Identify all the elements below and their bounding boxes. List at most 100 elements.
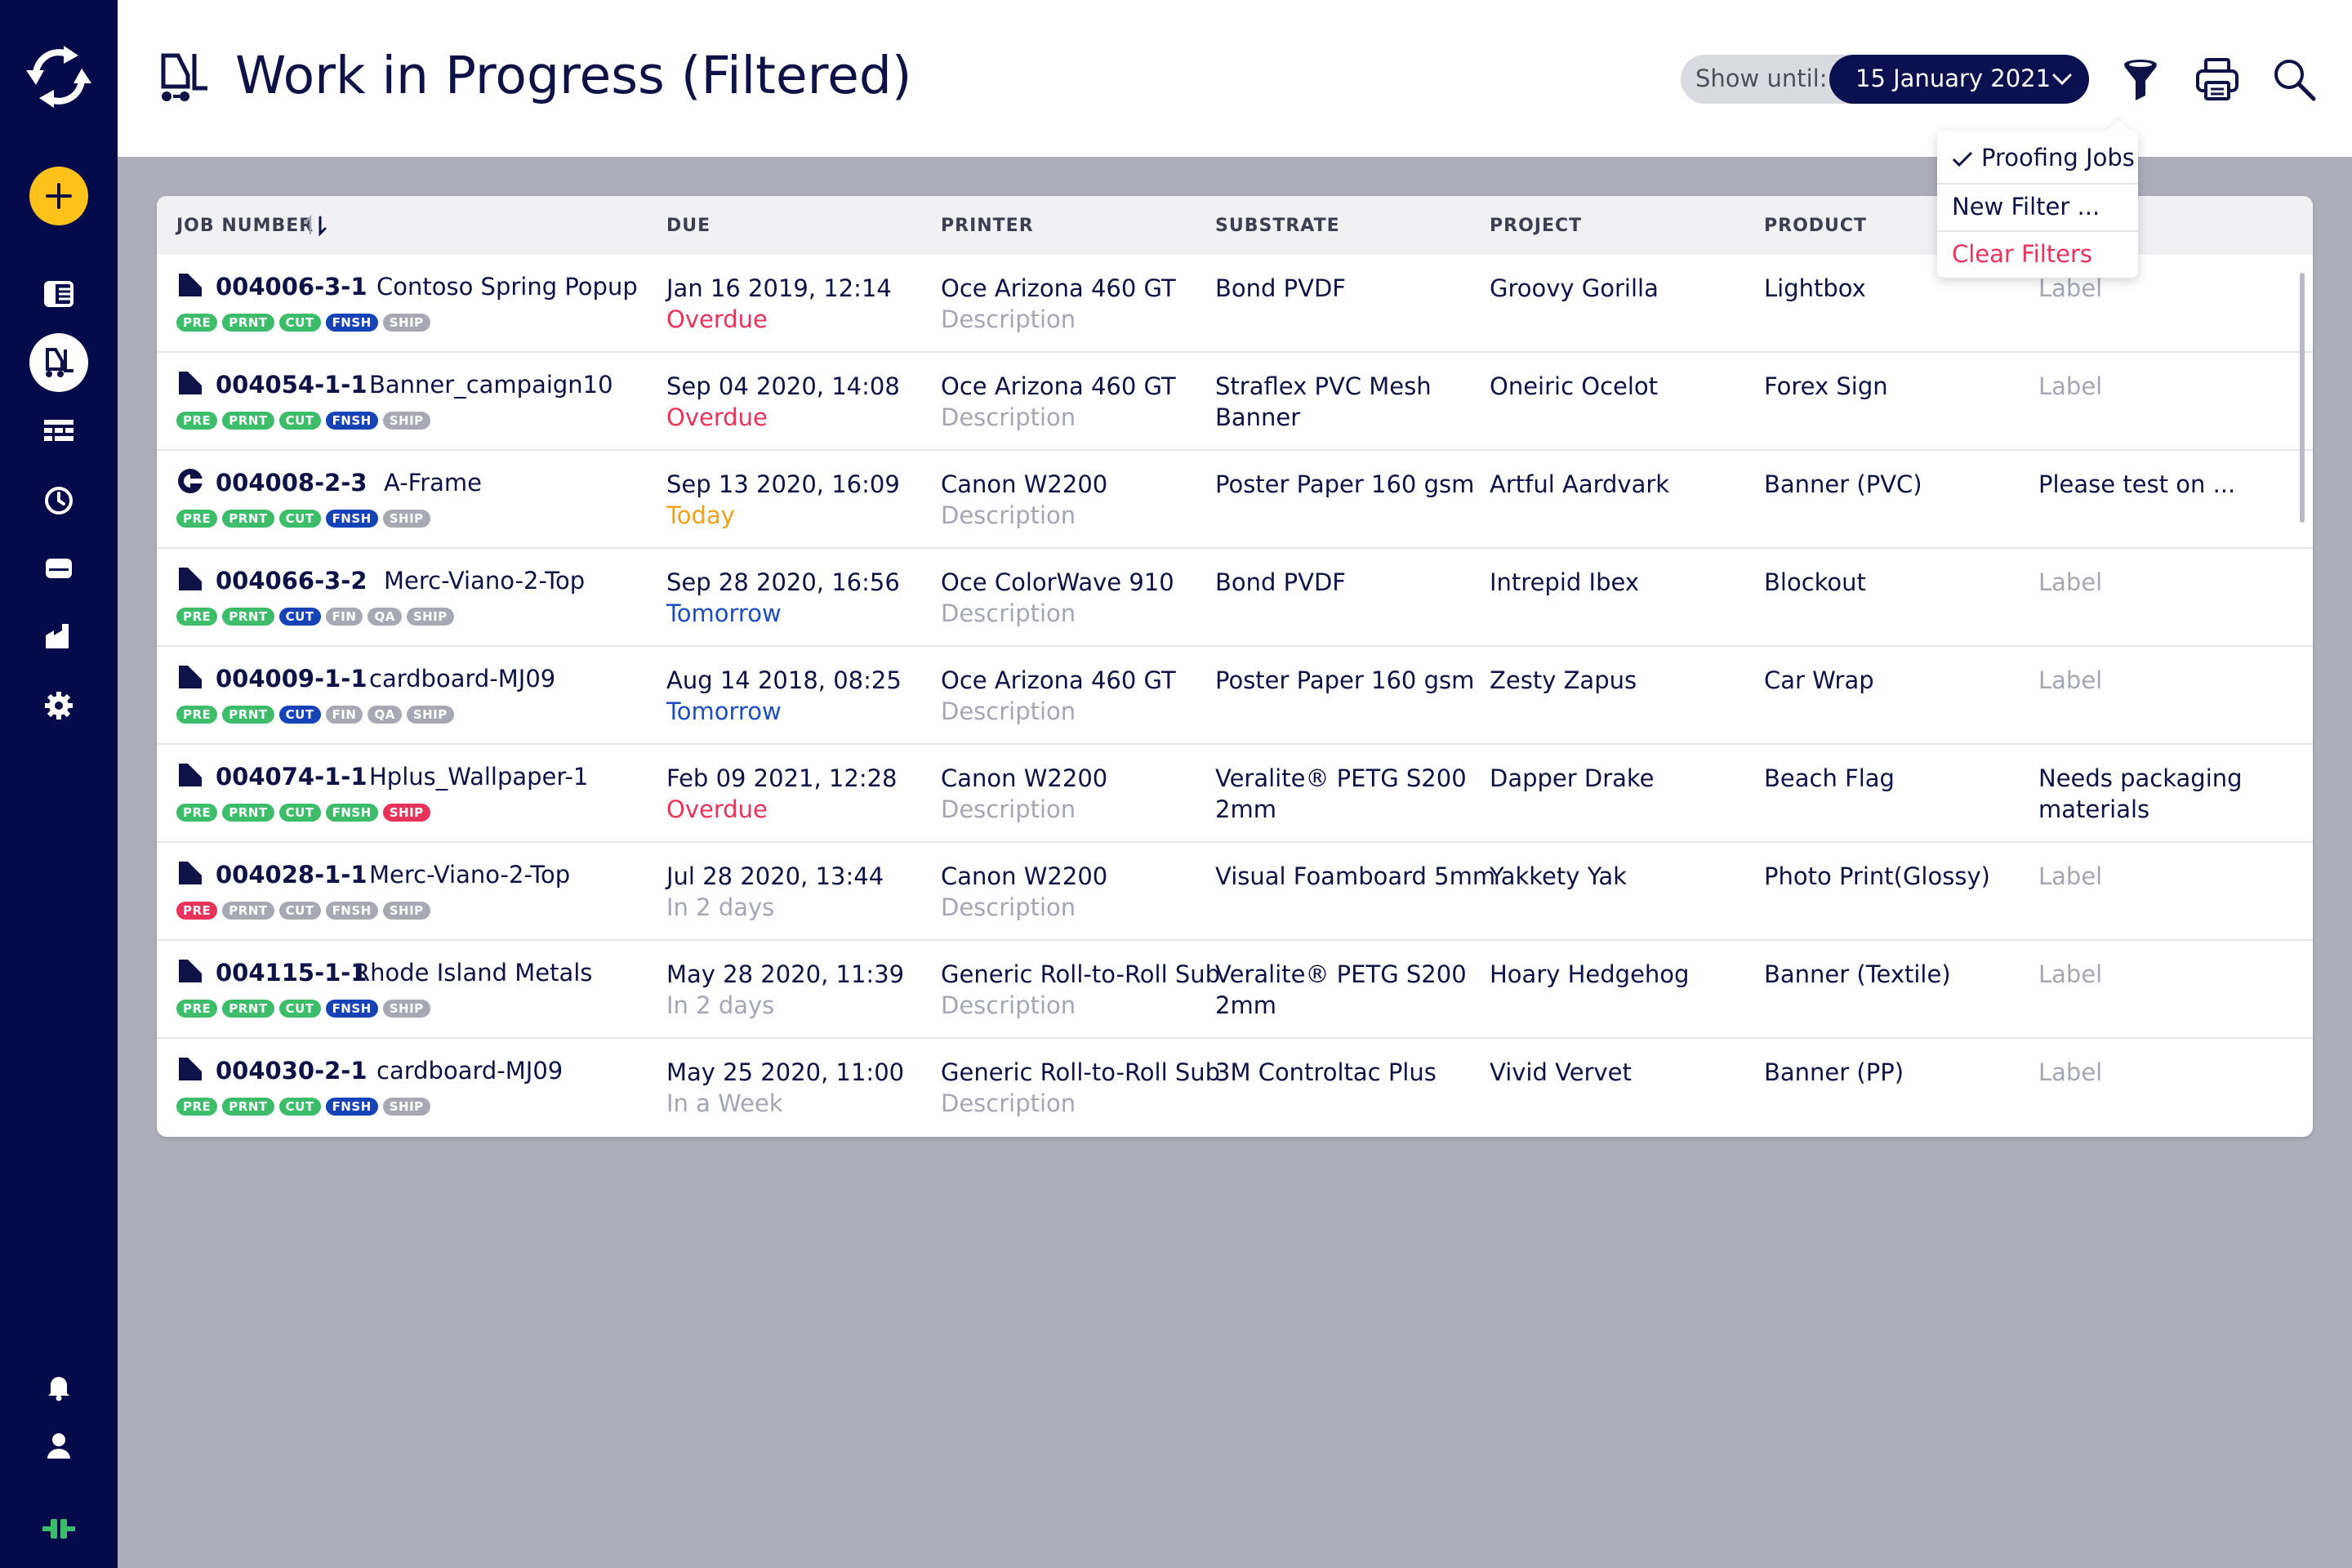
stage-tag: QA: [368, 608, 402, 626]
forklift-icon: [155, 51, 211, 106]
stage-tag: PRE: [176, 608, 218, 626]
stage-tag: CUT: [278, 608, 321, 626]
work-in-progress-icon[interactable]: [29, 333, 88, 392]
table-row[interactable]: 004030-2-1 cardboard-MJ09 PRE PRNT CUT FNSH SH…: [157, 1039, 2313, 1137]
job-number[interactable]: 004009-1-1: [216, 665, 368, 693]
label-cell[interactable]: Label: [2038, 665, 2267, 696]
due-status: Tomorrow: [666, 697, 782, 725]
job-number[interactable]: 004115-1-1: [216, 959, 368, 987]
substrate-line: Banner: [1215, 403, 1301, 431]
printer-description: Description: [941, 599, 1076, 627]
stage-tag: PRE: [176, 902, 218, 920]
substrate-cell: Poster Paper 160 gsm: [1215, 665, 1474, 696]
substrate-line: Straflex PVC Mesh: [1215, 372, 1432, 400]
label-cell[interactable]: Label: [2038, 959, 2267, 990]
product-cell: Banner (PVC): [1764, 470, 1922, 498]
stage-tag: FNSH: [325, 314, 378, 332]
connector-icon[interactable]: [36, 1506, 82, 1552]
label-cell[interactable]: Label: [2038, 567, 2267, 598]
label-cell[interactable]: Label: [2038, 1057, 2267, 1088]
job-name: Rhode Island Metals: [354, 959, 593, 987]
clock-icon[interactable]: [36, 477, 82, 523]
sort-icon[interactable]: [302, 211, 332, 240]
search-icon: [2274, 60, 2316, 101]
document-icon: [176, 957, 204, 985]
date-select[interactable]: 15 January 2021: [1829, 55, 2089, 104]
job-name: Merc-Viano-2-Top: [369, 861, 571, 889]
chevron-down-icon: [2052, 74, 2072, 86]
filter-icon: [2124, 60, 2157, 100]
due-date: Aug 14 2018, 08:25: [666, 666, 902, 694]
table-row[interactable]: 004115-1-1 Rhode Island Metals PRE PRNT CUT F…: [157, 941, 2313, 1039]
column-header-project[interactable]: PROJECT: [1490, 216, 1582, 236]
due-status: In 2 days: [666, 991, 775, 1019]
search-button[interactable]: [2265, 51, 2323, 108]
job-name: cardboard-MJ09: [376, 1057, 564, 1085]
label-cell[interactable]: Label: [2038, 371, 2267, 402]
job-name: A-Frame: [384, 469, 483, 497]
stage-tag: SHIP: [382, 902, 430, 920]
job-name: Hplus_Wallpaper-1: [369, 763, 589, 791]
add-button[interactable]: [29, 167, 88, 225]
job-number[interactable]: 004030-2-1: [216, 1057, 368, 1085]
table-row[interactable]: 004066-3-2 Merc-Viano-2-Top PRE PRNT CUT FIN Q…: [157, 549, 2313, 647]
table-row[interactable]: 004008-2-3 A-Frame PRE PRNT CUT FNSH SHIP Sep 1…: [157, 451, 2313, 549]
substrate-cell: Poster Paper 160 gsm: [1215, 469, 1474, 500]
board-icon[interactable]: [36, 408, 82, 454]
substrate-line: 2mm: [1215, 795, 1276, 823]
printer-cell: Generic Roll-to-Roll Sub Description: [941, 1057, 1220, 1119]
column-header-due[interactable]: DUE: [666, 216, 710, 236]
project-cell: Intrepid Ibex: [1490, 568, 1639, 596]
table-row[interactable]: 004074-1-1 Hplus_Wallpaper-1 PRE PRNT CUT FNS…: [157, 745, 2313, 843]
stage-tag: CUT: [278, 1098, 321, 1116]
job-number[interactable]: 004006-3-1: [216, 273, 368, 301]
scrollbar[interactable]: [2300, 273, 2305, 523]
factory-icon[interactable]: [36, 614, 82, 660]
job-number[interactable]: 004008-2-3: [216, 469, 368, 497]
job-number[interactable]: 004066-3-2: [216, 567, 368, 595]
refresh-cycle-logo[interactable]: [20, 38, 98, 116]
column-header-job-number[interactable]: JOB NUMBER: [176, 216, 314, 236]
due-date: Sep 04 2020, 14:08: [666, 372, 900, 400]
filter-button[interactable]: [2112, 51, 2169, 108]
printer-cell: Oce Arizona 460 GT Description: [941, 665, 1176, 727]
job-number[interactable]: 004028-1-1: [216, 861, 368, 889]
label-cell[interactable]: Label: [2038, 861, 2267, 892]
table-row[interactable]: 004028-1-1 Merc-Viano-2-Top PRE PRNT CUT FNSH…: [157, 843, 2313, 941]
due-cell: Sep 04 2020, 14:08 Overdue: [666, 371, 900, 433]
print-button[interactable]: [2189, 51, 2246, 108]
job-number[interactable]: 004054-1-1: [216, 371, 368, 399]
substrate-line: Poster Paper 160 gsm: [1215, 470, 1475, 498]
column-header-product[interactable]: PRODUCT: [1764, 216, 1867, 236]
column-header-printer[interactable]: PRINTER: [941, 216, 1034, 236]
substrate-cell: Veralite® PETG S200 2mm: [1215, 763, 1467, 825]
due-cell: Jul 28 2020, 13:44 In 2 days: [666, 861, 884, 923]
filter-menu-item-proofing-jobs[interactable]: Proofing Jobs: [1937, 134, 2138, 183]
due-cell: May 25 2020, 11:00 In a Week: [666, 1057, 904, 1119]
due-status: Overdue: [666, 305, 768, 333]
due-cell: Feb 09 2021, 12:28 Overdue: [666, 763, 898, 825]
printer-cell: Canon W2200 Description: [941, 469, 1107, 531]
table-row[interactable]: 004054-1-1 Banner_campaign10 PRE PRNT CUT FNS…: [157, 353, 2313, 451]
job-number[interactable]: 004074-1-1: [216, 763, 368, 791]
stage-tag: FNSH: [325, 902, 378, 920]
table-row[interactable]: 004009-1-1 cardboard-MJ09 PRE PRNT CUT FIN QA S…: [157, 647, 2313, 745]
user-icon[interactable]: [36, 1423, 82, 1468]
stage-tag: FIN: [325, 706, 363, 724]
document-icon: [176, 565, 204, 593]
list-icon[interactable]: [36, 271, 82, 317]
job-name: Merc-Viano-2-Top: [384, 567, 586, 595]
due-date: Feb 09 2021, 12:28: [666, 764, 898, 792]
gear-icon[interactable]: [36, 683, 82, 728]
due-status: In 2 days: [666, 893, 775, 921]
project-cell: Yakkety Yak: [1490, 862, 1627, 890]
column-header-substrate[interactable]: SUBSTRATE: [1215, 216, 1340, 236]
bell-icon[interactable]: [36, 1364, 82, 1410]
substrate-cell: Veralite® PETG S200 2mm: [1215, 959, 1467, 1021]
filter-menu-item-new-filter[interactable]: New Filter ...: [1937, 183, 2138, 232]
printer-icon[interactable]: [36, 546, 82, 591]
filter-menu-item-clear-filters[interactable]: Clear Filters: [1937, 230, 2138, 279]
filter-menu-label: Proofing Jobs: [1981, 144, 2135, 172]
label-cell[interactable]: Needs packaging materials: [2038, 763, 2267, 825]
label-cell[interactable]: Please test on ...: [2038, 469, 2267, 500]
